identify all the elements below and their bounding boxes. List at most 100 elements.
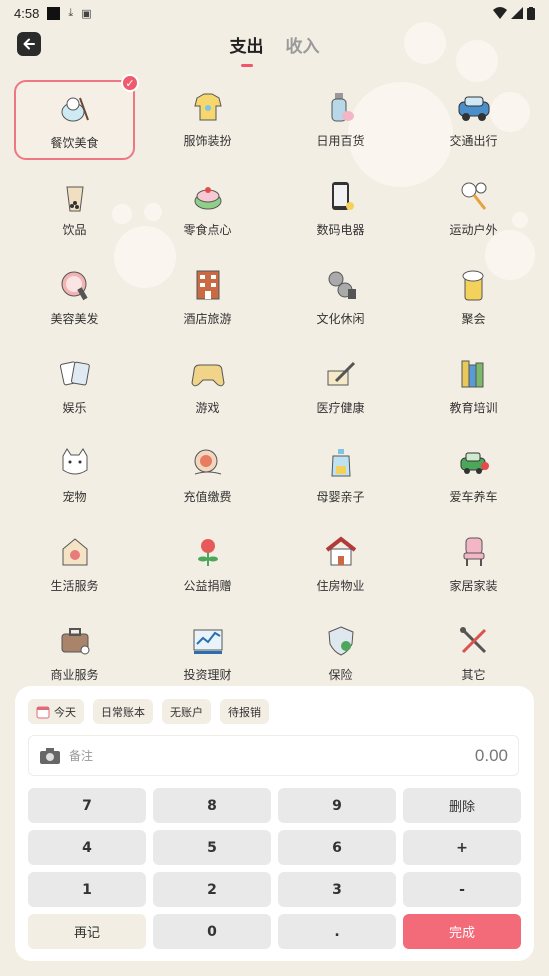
category-item[interactable]: ✓ 餐饮美食 — [14, 74, 139, 160]
cat-icon — [56, 444, 94, 482]
category-item[interactable]: 充值缴费 — [141, 436, 274, 525]
date-chip[interactable]: 今天 — [28, 699, 84, 724]
reimburse-chip[interactable]: 待报销 — [220, 699, 269, 724]
option-chips: 今天 日常账本 无账户 待报销 — [28, 699, 269, 724]
category-label: 美容美发 — [50, 312, 99, 326]
category-item[interactable]: 聚会 — [407, 258, 540, 347]
book-chip-label: 日常账本 — [101, 705, 145, 719]
key-0[interactable]: 0 — [153, 914, 271, 949]
category-item[interactable]: 运动户外 — [407, 169, 540, 258]
wifi-icon — [493, 7, 507, 19]
category-item[interactable]: 生活服务 — [8, 525, 141, 614]
category-label: 生活服务 — [50, 579, 99, 593]
baby-bottle-icon — [322, 444, 360, 482]
cards-icon — [56, 355, 94, 393]
category-item[interactable]: 母婴亲子 — [274, 436, 407, 525]
beer-icon — [455, 266, 493, 304]
category-label: 运动户外 — [449, 223, 498, 237]
category-item[interactable]: 日用百货 — [274, 80, 407, 169]
account-chip[interactable]: 无账户 — [162, 699, 211, 724]
mirror-icon — [56, 266, 94, 304]
category-label: 医疗健康 — [316, 401, 365, 415]
category-label: 聚会 — [461, 312, 486, 326]
book-chip[interactable]: 日常账本 — [93, 699, 153, 724]
home-icon — [322, 533, 360, 571]
coin-icon — [189, 444, 227, 482]
header: 支出 收入 — [0, 30, 549, 70]
category-item[interactable]: 文化休闲 — [274, 258, 407, 347]
category-item[interactable]: 住房物业 — [274, 525, 407, 614]
status-bar: 4:58 ⤓ ▣ — [0, 0, 549, 26]
category-item[interactable]: 医疗健康 — [274, 347, 407, 436]
key-1[interactable]: 1 — [28, 872, 146, 907]
cake-icon — [189, 177, 227, 215]
rice-bowl-icon — [56, 90, 94, 128]
amount-display: 0.00 — [474, 745, 508, 765]
gamepad-icon — [189, 355, 227, 393]
category-item[interactable]: 饮品 — [8, 169, 141, 258]
status-time: 4:58 — [14, 5, 40, 21]
category-item[interactable]: 服饰装扮 — [141, 80, 274, 169]
minus-button[interactable]: - — [403, 872, 521, 907]
category-label: 娱乐 — [62, 401, 87, 415]
category-label: 爱车养车 — [449, 490, 498, 504]
plus-button[interactable]: + — [403, 830, 521, 865]
category-item[interactable]: 交通出行 — [407, 80, 540, 169]
category-label: 服饰装扮 — [183, 134, 232, 148]
key-dot[interactable]: . — [278, 914, 396, 949]
key-5[interactable]: 5 — [153, 830, 271, 865]
key-8[interactable]: 8 — [153, 788, 271, 823]
camera-icon[interactable] — [39, 747, 61, 765]
category-item[interactable]: 娱乐 — [8, 347, 141, 436]
category-label: 日用百货 — [316, 134, 365, 148]
phone-icon — [322, 177, 360, 215]
delete-button[interactable]: 删除 — [403, 788, 521, 823]
shield-icon — [322, 622, 360, 660]
category-label: 家居家装 — [449, 579, 498, 593]
racket-icon — [455, 177, 493, 215]
category-label: 教育培训 — [449, 401, 498, 415]
category-item[interactable]: 爱车养车 — [407, 436, 540, 525]
input-panel: 今天 日常账本 无账户 待报销 备注 0.00 7 8 9 删除 4 5 6 +… — [15, 686, 534, 961]
category-label: 酒店旅游 — [183, 312, 232, 326]
record-again-button[interactable]: 再记 — [28, 914, 146, 949]
key-6[interactable]: 6 — [278, 830, 396, 865]
category-item[interactable]: 美容美发 — [8, 258, 141, 347]
tab-expense[interactable]: 支出 — [230, 32, 264, 67]
category-item[interactable]: 数码电器 — [274, 169, 407, 258]
key-9[interactable]: 9 — [278, 788, 396, 823]
bottle-icon — [322, 88, 360, 126]
done-button[interactable]: 完成 — [403, 914, 521, 949]
category-label: 文化休闲 — [316, 312, 365, 326]
category-label: 零食点心 — [183, 223, 232, 237]
note-placeholder: 备注 — [69, 749, 94, 763]
note-field[interactable]: 备注 0.00 — [28, 735, 519, 776]
bubble-tea-icon — [56, 177, 94, 215]
house-basket-icon — [56, 533, 94, 571]
category-label: 饮品 — [62, 223, 87, 237]
tab-income[interactable]: 收入 — [286, 32, 320, 67]
books-icon — [455, 355, 493, 393]
key-2[interactable]: 2 — [153, 872, 271, 907]
flower-icon — [189, 533, 227, 571]
category-item[interactable]: 教育培训 — [407, 347, 540, 436]
category-label: 商业服务 — [50, 668, 99, 682]
category-label: 公益捐赠 — [183, 579, 232, 593]
category-label: 住房物业 — [316, 579, 365, 593]
category-item[interactable]: 游戏 — [141, 347, 274, 436]
key-3[interactable]: 3 — [278, 872, 396, 907]
category-grid: ✓ 餐饮美食 服饰装扮 日用百货 交通出行 饮品 零食点心 数码电器 运动户外 … — [8, 74, 541, 703]
category-item[interactable]: 宠物 — [8, 436, 141, 525]
key-7[interactable]: 7 — [28, 788, 146, 823]
key-4[interactable]: 4 — [28, 830, 146, 865]
category-item[interactable]: 酒店旅游 — [141, 258, 274, 347]
category-label: 宠物 — [62, 490, 87, 504]
type-tabs: 支出 收入 — [0, 32, 549, 67]
category-item[interactable]: 公益捐赠 — [141, 525, 274, 614]
syringe-icon — [322, 355, 360, 393]
category-label: 交通出行 — [449, 134, 498, 148]
category-item[interactable]: 家居家装 — [407, 525, 540, 614]
category-item[interactable]: 零食点心 — [141, 169, 274, 258]
car-icon — [455, 88, 493, 126]
category-label: 其它 — [461, 668, 486, 682]
